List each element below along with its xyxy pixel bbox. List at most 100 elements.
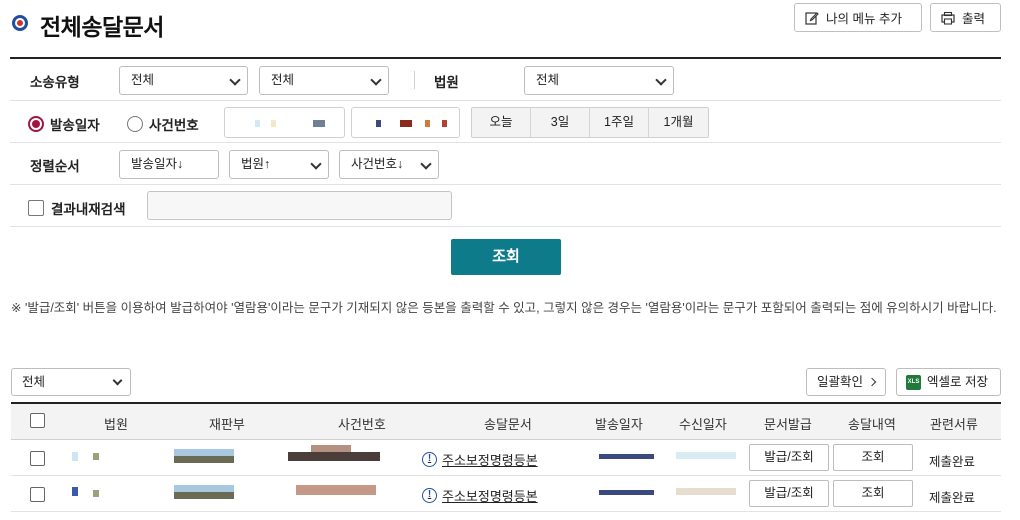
redacted-text xyxy=(174,456,234,463)
add-my-menu-button[interactable]: 나의 메뉴 추가 xyxy=(794,3,922,32)
period-today-button[interactable]: 오늘 xyxy=(472,108,531,137)
document-link[interactable]: ! 주소보정명령등본 xyxy=(422,486,538,505)
page-title: 전체송달문서 xyxy=(40,14,164,40)
court-select[interactable]: 전체 xyxy=(524,66,674,95)
date-row: 발송일자 사건번호 오늘 3일 1주일 1개월 xyxy=(10,101,1001,143)
column-header: 송달내역 xyxy=(848,417,896,432)
column-header: 발송일자 xyxy=(595,417,643,432)
table-header: 법원 재판부 사건번호 송달문서 발송일자 수신일자 문서발급 송달내역 관련서… xyxy=(11,404,1001,440)
document-link[interactable]: ! 주소보정명령등본 xyxy=(422,450,538,469)
select-all-checkbox[interactable] xyxy=(30,413,45,428)
chevron-down-icon xyxy=(370,74,382,86)
redacted-text xyxy=(313,120,325,127)
table-row: ! 주소보정명령등본 발급/조회 조회 제출완료 xyxy=(11,476,1001,512)
batch-confirm-label: 일괄확인 xyxy=(817,375,864,389)
period-1month-button[interactable]: 1개월 xyxy=(649,108,708,137)
issue-view-button[interactable]: 발급/조회 xyxy=(749,480,829,507)
documents-table: 법원 재판부 사건번호 송달문서 발송일자 수신일자 문서발급 송달내역 관련서… xyxy=(11,402,1001,512)
document-name: 주소보정명령등본 xyxy=(442,489,538,504)
radio-case-number[interactable]: 사건번호 xyxy=(127,114,199,134)
info-icon: ! xyxy=(422,488,437,503)
period-1week-button[interactable]: 1주일 xyxy=(590,108,649,137)
period-button-group: 오늘 3일 1주일 1개월 xyxy=(471,107,709,138)
litigation-type-value-2: 전체 xyxy=(271,73,295,87)
redacted-text xyxy=(271,120,276,127)
print-button[interactable]: 출력 xyxy=(930,3,1001,32)
print-icon xyxy=(941,11,955,25)
redacted-text xyxy=(72,487,78,496)
litigation-type-row: 소송유형 전체 전체 법원 전체 xyxy=(10,59,1001,101)
result-search-row: 결과내재검색 xyxy=(10,185,1001,227)
redacted-text xyxy=(599,454,654,459)
redacted-text xyxy=(72,452,78,461)
redacted-text xyxy=(599,490,654,495)
issue-view-button[interactable]: 발급/조회 xyxy=(749,444,829,471)
court-value: 전체 xyxy=(536,73,560,87)
end-date-input[interactable] xyxy=(351,107,460,138)
column-header: 관련서류 xyxy=(930,417,978,432)
column-header: 송달문서 xyxy=(484,417,532,432)
column-header: 재판부 xyxy=(209,417,245,432)
redacted-text xyxy=(93,453,99,460)
info-icon: ! xyxy=(422,452,437,467)
row-checkbox[interactable] xyxy=(30,451,45,466)
notice-text: ※ '발급/조회' 버튼을 이용하여 발급하여야 '열람용'이라는 문구가 기재… xyxy=(11,301,997,315)
chevron-down-icon xyxy=(112,375,123,386)
radio-selected-icon xyxy=(28,116,44,132)
delivery-view-button[interactable]: 조회 xyxy=(833,480,913,507)
add-my-menu-label: 나의 메뉴 추가 xyxy=(826,12,902,26)
radio-send-date[interactable]: 발송일자 xyxy=(28,114,100,134)
batch-confirm-button[interactable]: 일괄확인 xyxy=(806,368,886,396)
excel-save-button[interactable]: XLS 엑셀로 저장 xyxy=(896,368,1001,396)
chevron-down-icon xyxy=(420,158,432,170)
radio-case-number-label: 사건번호 xyxy=(149,118,199,133)
edit-icon xyxy=(805,11,819,25)
litigation-type-select-2[interactable]: 전체 xyxy=(259,66,389,95)
chevron-down-icon xyxy=(229,74,241,86)
page-header: 전체송달문서 나의 메뉴 추가 출력 xyxy=(10,3,1006,40)
litigation-type-value-1: 전체 xyxy=(131,73,155,87)
result-search-input[interactable] xyxy=(147,191,452,220)
chevron-down-icon xyxy=(310,158,322,170)
period-3days-button[interactable]: 3일 xyxy=(531,108,590,137)
sort-select-2[interactable]: 법원↑ xyxy=(229,150,329,179)
row-checkbox[interactable] xyxy=(30,487,45,502)
redacted-text xyxy=(255,120,260,127)
sort-label: 정렬순서 xyxy=(30,159,80,174)
excel-icon: XLS xyxy=(906,375,921,390)
list-filter-select[interactable]: 전체 xyxy=(11,368,131,396)
redacted-text xyxy=(93,490,99,497)
title-bullet-icon xyxy=(12,15,28,31)
excel-save-label: 엑셀로 저장 xyxy=(927,375,988,389)
redacted-text xyxy=(311,445,351,452)
result-search-checkbox[interactable]: 결과내재검색 xyxy=(28,198,126,218)
sort-select-1[interactable]: 발송일자↓ xyxy=(119,150,219,179)
sort-value-1: 발송일자↓ xyxy=(131,157,184,171)
sort-value-3: 사건번호↓ xyxy=(351,157,404,171)
search-button[interactable]: 조회 xyxy=(451,239,561,275)
radio-send-date-label: 발송일자 xyxy=(50,118,100,133)
sort-select-3[interactable]: 사건번호↓ xyxy=(339,150,439,179)
sort-value-2: 법원↑ xyxy=(241,157,271,171)
column-header: 문서발급 xyxy=(764,417,812,432)
print-label: 출력 xyxy=(962,12,986,26)
related-docs-status: 제출완료 xyxy=(929,491,976,505)
document-name: 주소보정명령등본 xyxy=(442,453,538,468)
redacted-text xyxy=(288,452,380,461)
result-search-label: 결과내재검색 xyxy=(51,202,126,217)
search-form: 소송유형 전체 전체 법원 전체 발송일자 사건번호 오늘 3일 1주일 1개월… xyxy=(10,57,1001,227)
chevron-down-icon xyxy=(655,74,667,86)
redacted-text xyxy=(296,485,376,495)
radio-unselected-icon xyxy=(127,116,143,132)
redacted-text xyxy=(174,485,234,492)
column-header: 법원 xyxy=(104,417,128,432)
delivery-view-button[interactable]: 조회 xyxy=(833,444,913,471)
redacted-text xyxy=(425,120,430,127)
start-date-input[interactable] xyxy=(224,107,345,138)
chevron-right-icon xyxy=(867,377,877,387)
litigation-type-label: 소송유형 xyxy=(30,75,80,90)
divider xyxy=(414,71,415,89)
litigation-type-select-1[interactable]: 전체 xyxy=(119,66,248,95)
table-row: ! 주소보정명령등본 발급/조회 조회 제출완료 xyxy=(11,440,1001,476)
redacted-text xyxy=(676,488,736,495)
